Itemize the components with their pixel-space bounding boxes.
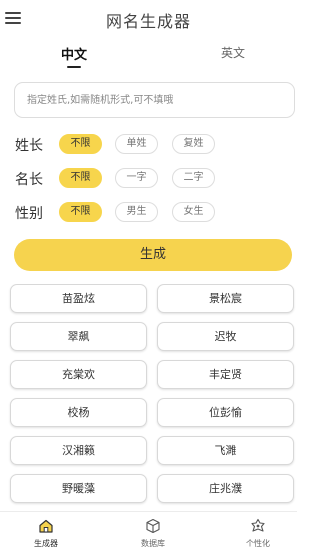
nav-label-personalize: 个性化 (246, 539, 270, 548)
surname-length-row: 姓长 不限 单姓 复姓 (0, 134, 297, 156)
surname-length-any-chip[interactable]: 不限 (59, 134, 102, 154)
result-name-card[interactable]: 充棠欢 (10, 360, 147, 389)
gender-male-chip[interactable]: 男生 (115, 202, 158, 222)
result-name-card[interactable]: 校杨 (10, 398, 147, 427)
gender-label: 性别 (15, 206, 43, 222)
surname-length-compound-chip[interactable]: 复姓 (172, 134, 215, 154)
result-name-card[interactable]: 位彭愉 (157, 398, 294, 427)
name-length-one-chip[interactable]: 一字 (115, 168, 158, 188)
name-length-row: 名长 不限 一字 二字 (0, 168, 297, 190)
result-name-card[interactable]: 飞濉 (157, 436, 294, 465)
sparkle-badge-icon (251, 518, 265, 532)
name-length-label: 名长 (15, 172, 43, 188)
result-name-card[interactable]: 丰定贤 (157, 360, 294, 389)
result-name-card[interactable]: 汉湘籁 (10, 436, 147, 465)
nav-label-database: 数据库 (141, 539, 165, 548)
generate-button[interactable]: 生成 (14, 239, 292, 271)
page-title: 网名生成器 (105, 12, 191, 31)
nav-label-generator: 生成器 (34, 539, 58, 548)
surname-length-label: 姓长 (15, 138, 43, 154)
name-length-two-chip[interactable]: 二字 (172, 168, 215, 188)
tab-english[interactable]: 英文 (221, 44, 245, 61)
active-tab-indicator (67, 66, 81, 68)
result-name-card[interactable]: 迟牧 (157, 322, 294, 351)
result-list: 苗盈炫 景松宸 翠飙 迟牧 充棠欢 丰定贤 校杨 位彭愉 汉湘籁 飞濉 野暖藻 … (0, 284, 297, 512)
nav-item-database[interactable]: 数据库 (113, 512, 193, 550)
home-icon (39, 519, 53, 533)
cube-icon (146, 518, 160, 534)
name-length-any-chip[interactable]: 不限 (59, 168, 102, 188)
gender-row: 性别 不限 男生 女生 (0, 202, 297, 224)
nav-item-personalize[interactable]: 个性化 (218, 512, 298, 550)
result-name-card[interactable]: 庄兆濮 (157, 474, 294, 503)
bottom-nav: 生成器 数据库 个性化 (0, 511, 297, 550)
tab-chinese[interactable]: 中文 (61, 44, 87, 63)
app-header: 网名生成器 (0, 0, 297, 36)
gender-female-chip[interactable]: 女生 (172, 202, 215, 222)
nav-item-generator[interactable]: 生成器 (6, 512, 86, 550)
surname-length-single-chip[interactable]: 单姓 (115, 134, 158, 154)
surname-input[interactable] (14, 82, 295, 118)
result-name-card[interactable]: 苗盈炫 (10, 284, 147, 313)
result-name-card[interactable]: 景松宸 (157, 284, 294, 313)
gender-any-chip[interactable]: 不限 (59, 202, 102, 222)
result-name-card[interactable]: 翠飙 (10, 322, 147, 351)
result-name-card[interactable]: 野暖藻 (10, 474, 147, 503)
